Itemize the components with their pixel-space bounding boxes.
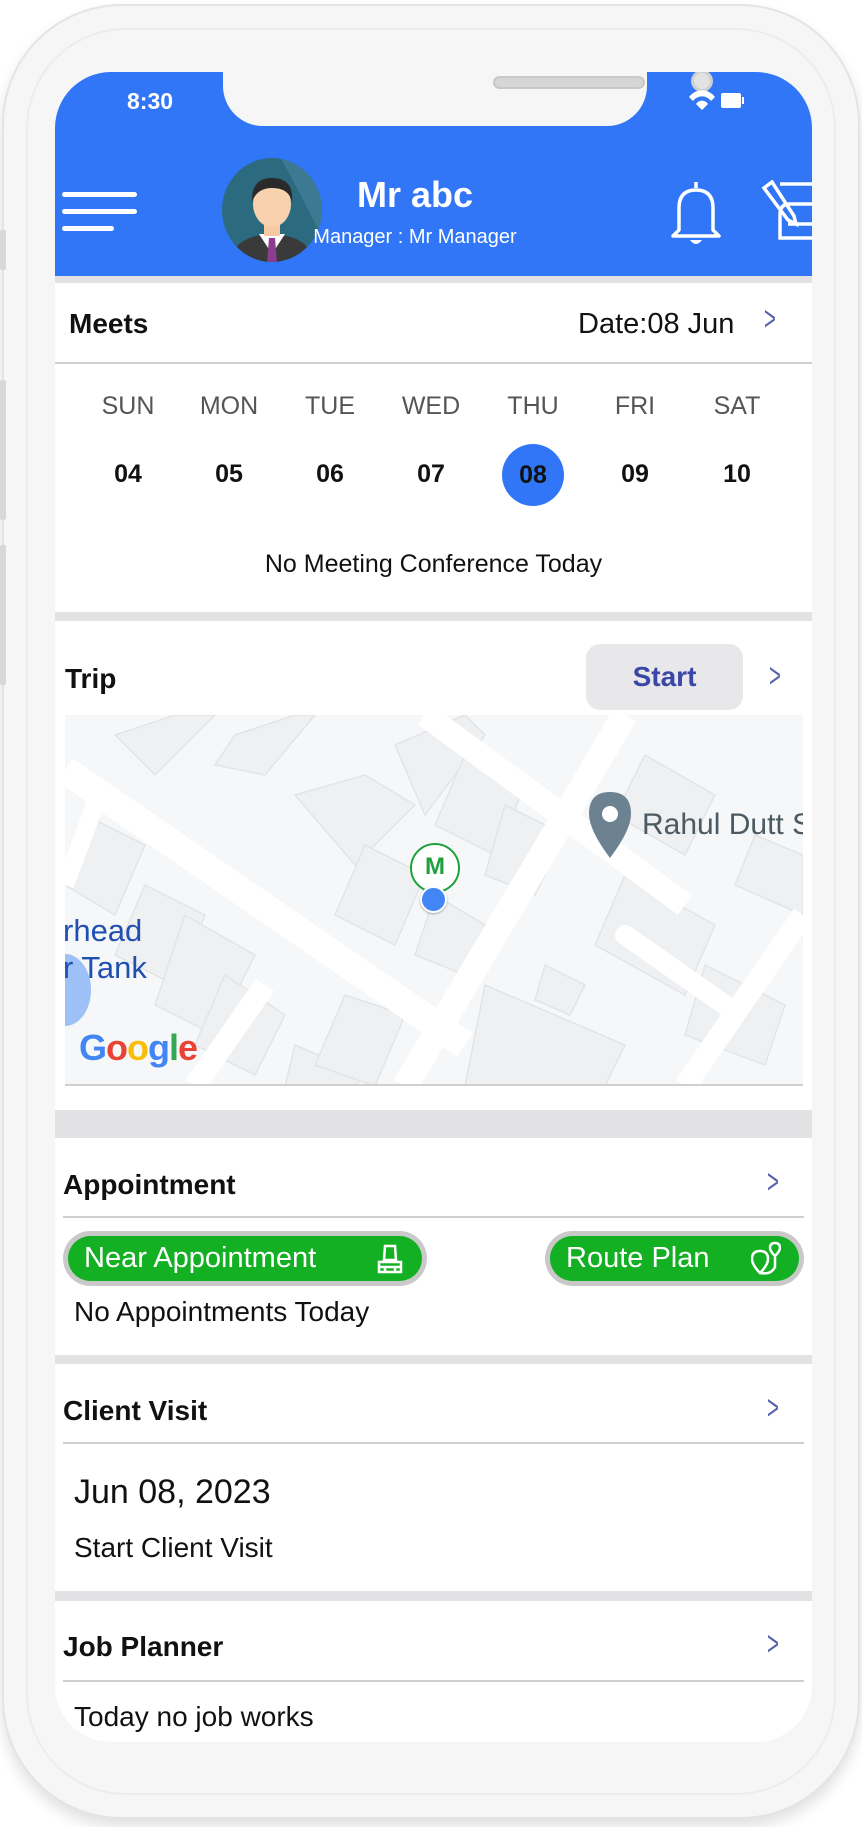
bell-icon[interactable]	[669, 178, 723, 248]
no-appointments-text: No Appointments Today	[74, 1296, 370, 1327]
side-button	[0, 230, 6, 270]
day-number[interactable]: 04	[93, 460, 163, 489]
day-number[interactable]: 10	[702, 460, 772, 489]
side-button	[0, 380, 6, 520]
edit-note-icon[interactable]	[760, 180, 812, 244]
trip-title: Trip	[65, 663, 117, 694]
day-label: SAT	[713, 392, 761, 420]
appointment-chevron-icon[interactable]: >	[767, 1163, 779, 1202]
status-time: 8:30	[127, 88, 174, 114]
day-label: MON	[199, 392, 259, 420]
appointment-title: Appointment	[63, 1169, 236, 1200]
client-visit-date: Jun 08, 2023	[74, 1473, 271, 1511]
side-button	[0, 545, 6, 685]
job-planner-title: Job Planner	[63, 1631, 224, 1662]
app-header: 8:30 Mr abc Manager : Mr Manager	[55, 72, 812, 276]
google-logo: Google	[79, 1027, 198, 1068]
current-location-dot	[420, 886, 447, 913]
route-icon	[751, 1241, 781, 1275]
map-area-label: rhead r Tank	[65, 913, 147, 985]
app-screen: 8:30 Mr abc Manager : Mr Manager Meets D…	[55, 72, 812, 1742]
no-meeting-text: No Meeting Conference Today	[264, 550, 603, 578]
client-visit-chevron-icon[interactable]: >	[767, 1389, 779, 1428]
job-planner-chevron-icon[interactable]: >	[767, 1625, 779, 1664]
day-number[interactable]: 05	[194, 460, 264, 489]
trip-start-button[interactable]: Start	[586, 644, 743, 710]
meets-chevron-icon[interactable]: >	[764, 300, 776, 339]
near-appointment-button[interactable]: Near Appointment	[63, 1231, 427, 1286]
day-number-selected[interactable]: 08	[502, 444, 564, 506]
start-client-visit-link[interactable]: Start Client Visit	[74, 1532, 273, 1564]
route-plan-button[interactable]: Route Plan	[545, 1231, 804, 1286]
manager-label: Manager : Mr Manager	[313, 226, 517, 248]
trip-map[interactable]: M Rahul Dutt S rhead r Tank Google	[65, 715, 803, 1086]
day-label: SUN	[101, 392, 155, 420]
trip-chevron-icon[interactable]: >	[769, 657, 781, 696]
seat-icon	[377, 1244, 403, 1273]
no-job-text: Today no job works	[74, 1701, 314, 1732]
day-label: WED	[401, 392, 461, 420]
day-label: THU	[507, 392, 559, 420]
day-label: TUE	[305, 392, 355, 420]
client-visit-title: Client Visit	[63, 1395, 208, 1426]
day-number[interactable]: 06	[295, 460, 365, 489]
day-number[interactable]: 09	[600, 460, 670, 489]
place-pin-icon[interactable]	[587, 790, 633, 860]
menu-icon[interactable]	[62, 192, 138, 234]
meets-date[interactable]: Date:08 Jun	[578, 308, 734, 341]
map-place-label[interactable]: Rahul Dutt S	[642, 808, 803, 842]
day-number[interactable]: 07	[396, 460, 466, 489]
meets-title: Meets	[69, 308, 149, 339]
user-name: Mr abc	[356, 174, 474, 215]
wifi-battery-icon	[689, 90, 744, 110]
day-label: FRI	[614, 392, 656, 420]
notch	[223, 72, 713, 126]
